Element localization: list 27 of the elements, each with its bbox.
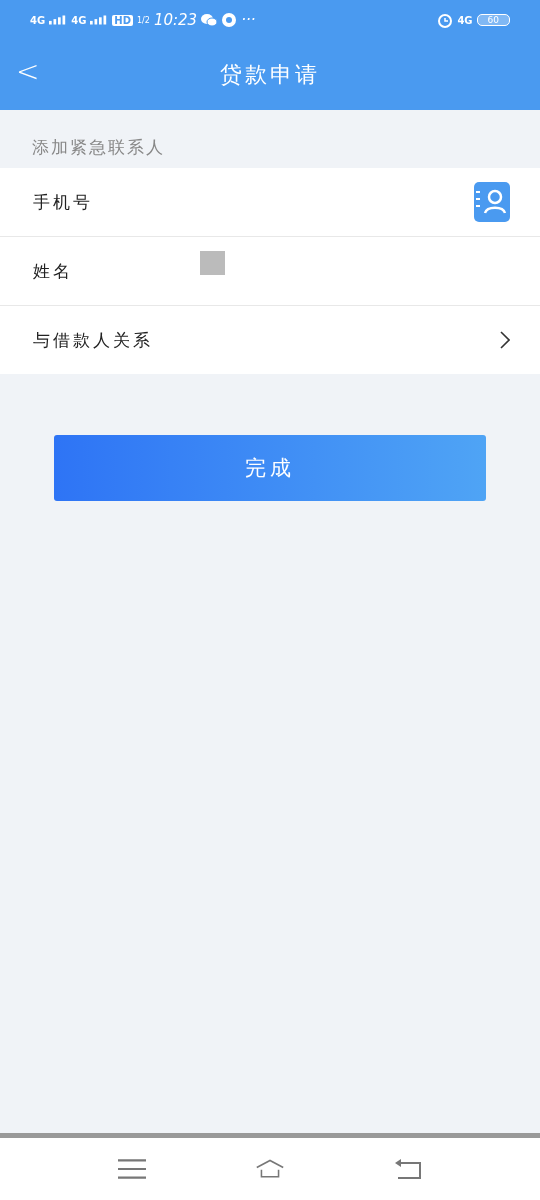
alarm-icon (437, 12, 454, 28)
network-label: 4G (457, 14, 473, 26)
form-row[interactable]: 姓名 (0, 237, 540, 306)
app-icon (221, 12, 238, 28)
field-label: 与借款人关系 (33, 328, 153, 352)
page-title: 贷款申请 (220, 61, 320, 89)
more-notifications: ··· (241, 11, 256, 29)
chevron-right-icon (500, 331, 510, 349)
section-title: 添加紧急联系人 (31, 136, 166, 159)
chat-icon (201, 12, 218, 28)
field-label: 姓名 (33, 259, 73, 283)
hd-badge: HD (112, 14, 133, 26)
signal-label: 4G (30, 14, 46, 26)
signal-icon (90, 15, 109, 25)
menu-icon[interactable] (118, 1158, 146, 1180)
redacted-block (200, 251, 225, 275)
signal-icon (49, 15, 68, 25)
form-row[interactable]: 手机号 (0, 168, 540, 237)
back-icon[interactable] (394, 1158, 422, 1180)
contacts-icon[interactable] (474, 182, 510, 222)
signal-label: 4G (71, 14, 87, 26)
form-row[interactable]: 与借款人关系 (0, 306, 540, 374)
field-label: 手机号 (33, 190, 93, 214)
clock-time: 10:23 (153, 11, 198, 29)
sim-label: 1/2 (137, 15, 150, 25)
battery-indicator: 60 (476, 14, 510, 26)
home-icon[interactable] (256, 1158, 284, 1180)
